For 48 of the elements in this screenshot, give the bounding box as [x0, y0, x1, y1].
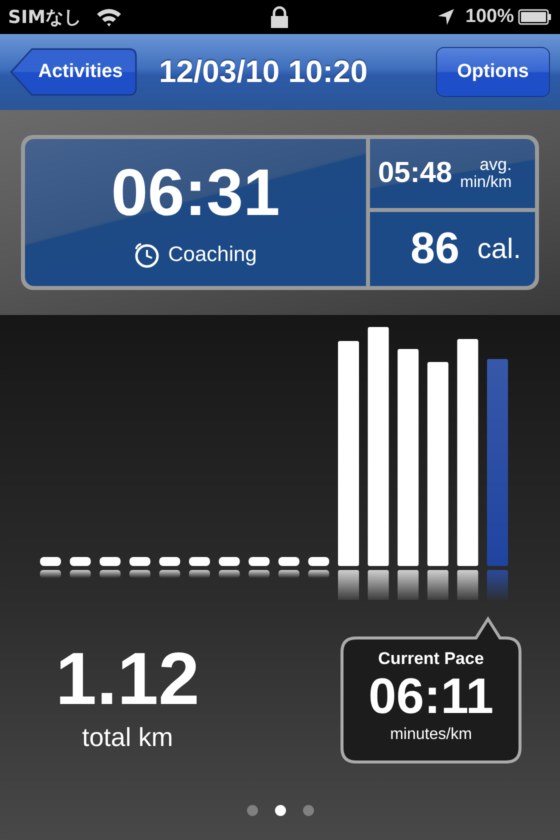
calories-value: 86 [410, 223, 460, 275]
battery-icon [518, 8, 552, 26]
bar-reflection [159, 570, 180, 578]
chart-bar [100, 557, 121, 566]
bar-reflection [248, 570, 270, 578]
chart-bar [248, 557, 270, 566]
current-pace-unit: minutes/km [390, 727, 472, 743]
window-title: 12/03/10 10:20 [159, 52, 368, 91]
alarm-clock-icon [134, 242, 160, 268]
lock-icon [270, 6, 289, 28]
calories-unit: cal. [477, 232, 521, 266]
bar-reflection [40, 570, 61, 578]
bar-reflection [100, 570, 121, 578]
bar-reflection [457, 570, 478, 600]
avg-unit: min/km [460, 174, 512, 192]
chart-bar [189, 557, 210, 566]
bar-reflection [129, 570, 150, 578]
back-button[interactable]: Activities [10, 47, 137, 97]
wifi-icon [96, 7, 122, 27]
bar-reflection [427, 570, 448, 600]
bar-reflection [368, 570, 389, 600]
current-pace-value: 06:11 [368, 671, 494, 721]
chart-bar [129, 557, 150, 566]
duration-value: 06:31 [111, 158, 280, 225]
chart-bar [308, 557, 330, 566]
bar-reflection [278, 570, 300, 578]
avg-pace-value: 05:48 [378, 156, 452, 191]
bar-reflection [338, 570, 359, 600]
bar-reflection [189, 570, 210, 578]
chart-bar [40, 557, 61, 566]
location-arrow-icon [437, 8, 456, 26]
avg-label: avg. [480, 154, 512, 174]
distance-value: 1.12 [55, 642, 200, 716]
chart-bar [218, 557, 240, 566]
battery-percent: 100% [465, 4, 514, 29]
bar-reflection [218, 570, 240, 578]
coaching-label: Coaching [168, 242, 257, 268]
chart-bar [278, 557, 300, 566]
bar-reflection [487, 570, 508, 600]
chart-bar [70, 557, 91, 566]
current-pace-title: Current Pace [378, 650, 484, 667]
bar-reflection [308, 570, 330, 578]
chart-bar [159, 557, 180, 566]
bar-reflection [398, 570, 419, 600]
bar-reflection [70, 570, 91, 578]
carrier-text: SIMなし [8, 6, 82, 30]
options-button[interactable]: Options [436, 47, 550, 97]
distance-label: total km [82, 724, 174, 750]
